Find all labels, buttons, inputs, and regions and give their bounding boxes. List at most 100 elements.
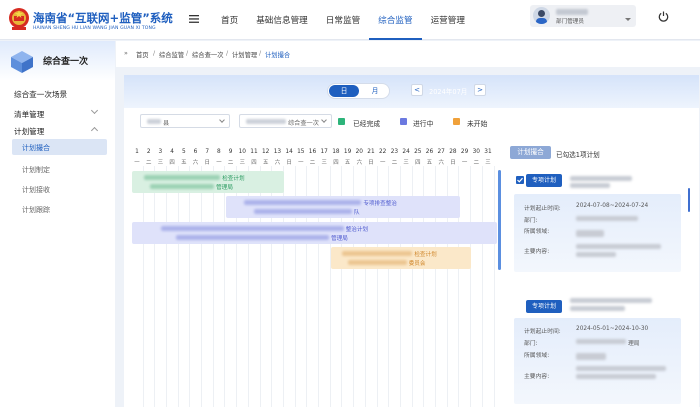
task-title: 检查计划 [414, 252, 437, 258]
gantt-weekday-label: 日 [286, 160, 292, 166]
view-toggle: 日 月 [327, 83, 390, 99]
gantt-day-label: 12 [261, 149, 270, 155]
view-day-button[interactable]: 日 [329, 85, 359, 97]
gantt-weekday-label: 二 [309, 160, 316, 166]
app-title: 海南省“互联网+监管”系统 [33, 11, 173, 25]
avatar [533, 7, 550, 24]
nav-daily-supervision[interactable]: 日常监管 [317, 0, 369, 40]
gantt-day-label: 13 [273, 149, 282, 155]
task-department: 管理局 [331, 236, 348, 242]
gantt-day-label: 6 [193, 149, 198, 155]
gantt-day-label: 5 [181, 149, 186, 155]
gantt-weekday-label: 六 [192, 160, 199, 166]
gantt-grid-line [493, 166, 495, 407]
gantt-day-label: 7 [205, 149, 210, 155]
right-panel-scrollbar[interactable] [688, 188, 690, 212]
panel-header: 日 月 < 2024年07月 > [124, 75, 699, 108]
double-chevron-icon: » [124, 50, 128, 57]
checkbox-checked[interactable] [516, 176, 524, 184]
gantt-task-bar[interactable]: 专项排查整治队 [225, 196, 460, 218]
gantt-day-label: 17 [320, 149, 328, 155]
gantt-day-label: 30 [472, 149, 480, 155]
task-title: 检查计划 [222, 176, 245, 182]
nav-comprehensive-supervision[interactable]: 综合监管 [369, 0, 422, 40]
gantt-weekday-label: 四 [333, 160, 339, 166]
plan-card-header: 专项计划 [510, 170, 685, 192]
nav-basic-info[interactable]: 基础信息管理 [247, 0, 317, 40]
breadcrumb-current: 计划撮合 [265, 52, 291, 59]
gantt-task-bar[interactable]: 整治计划 管理局 [132, 222, 497, 244]
gantt-task-bar[interactable]: 检查计划 委员会 [330, 247, 472, 269]
chevron-down-icon [219, 117, 225, 123]
nav-operations[interactable]: 运营管理 [422, 0, 474, 40]
gantt-day-label: 10 [238, 149, 246, 155]
plan-type-badge[interactable]: 专项计划 [526, 300, 562, 313]
app-title-en: HAINAN SHENG HU LIAN WANG JIAN GUAN XI T… [33, 26, 156, 31]
gantt-grid-line [177, 166, 179, 407]
breadcrumb-sep: / [186, 50, 189, 57]
breadcrumb-plan-management[interactable]: 计划管理 [232, 50, 257, 59]
view-month-button[interactable]: 月 [362, 85, 388, 97]
gantt-day-label: 19 [343, 149, 352, 155]
gantt-day-label: 27 [437, 149, 445, 155]
sidebar-item-plan-formulation[interactable]: 计划制定 [22, 165, 50, 175]
sidebar-item-plan-matching[interactable]: 计划撮合 [22, 143, 50, 153]
gantt-grid-line [470, 166, 472, 407]
gantt-task-bar[interactable]: 检查计划 管理局 [132, 171, 285, 193]
gantt-weekday-label: 日 [368, 160, 374, 166]
gantt-weekday-label: 四 [169, 160, 175, 166]
sidebar-item-plan-receive[interactable]: 计划接收 [22, 185, 50, 195]
plan-type-select[interactable]: 综合查一次 [239, 114, 332, 128]
gantt-weekday-label: 六 [438, 160, 444, 166]
current-month: 2024年07月 [429, 88, 468, 96]
sidebar-item-list-management[interactable]: 清单管理 [14, 109, 44, 120]
gantt-weekday-label: 五 [426, 160, 433, 166]
cube-icon [11, 51, 33, 73]
gantt-grid-line [481, 166, 483, 407]
user-menu[interactable]: 部门管理员 [530, 5, 636, 27]
breadcrumb-check-once[interactable]: 综合查一次 [192, 50, 223, 59]
nav-home[interactable]: 首页 [212, 0, 247, 40]
top-bar: 海南省“互联网+监管”系统 HAINAN SHENG HU LIAN WANG … [0, 0, 700, 40]
gantt-day-label: 23 [390, 149, 399, 155]
sidebar-item-plan-management[interactable]: 计划管理 [14, 126, 44, 137]
plan-type-badge[interactable]: 专项计划 [526, 174, 562, 187]
national-emblem-logo [9, 8, 29, 30]
main-nav: 首页 基础信息管理 日常监管 综合监管 运营管理 [212, 0, 474, 40]
prev-month-button[interactable]: < [411, 84, 423, 96]
power-icon[interactable] [658, 11, 669, 22]
plan-card[interactable]: 专项计划 计划起止时间: 2024-07-08~2024-07-24 部门: 所… [510, 170, 685, 275]
gantt-day-label: 31 [484, 149, 492, 155]
breadcrumb-comprehensive[interactable]: 综合监管 [159, 50, 184, 59]
gantt-weekday-label: 六 [274, 160, 281, 166]
breadcrumb-home[interactable]: 首页 [136, 50, 149, 59]
sidebar-item-scenes[interactable]: 综合查一次场景 [14, 89, 67, 100]
gantt-grid-line [189, 166, 191, 407]
plan-card[interactable]: 专项计划 计划起止时间: 2024-05-01~2024-10-30 部门: 理… [510, 292, 685, 407]
gantt-day-label: 26 [425, 149, 434, 155]
gantt-weekday-label: 二 [473, 160, 479, 166]
gantt-day-label: 24 [402, 149, 410, 155]
sidebar-item-plan-tracking[interactable]: 计划跟踪 [22, 205, 50, 215]
legend-swatch-not-started [453, 118, 460, 125]
gantt-day-label: 3 [158, 149, 163, 155]
chevron-up-icon [90, 126, 99, 135]
gantt-weekday-label: 四 [251, 160, 257, 166]
menu-icon[interactable] [189, 15, 199, 23]
gantt-weekday-label: 一 [298, 160, 304, 166]
county-select[interactable]: 县 [140, 114, 230, 128]
gantt-day-label: 16 [308, 149, 317, 155]
gantt-grid-line [201, 166, 202, 407]
gantt-weekday-label: 三 [485, 160, 491, 166]
gantt-day-label: 22 [378, 149, 387, 155]
tab-plan-matching[interactable]: 计划撮合 [510, 146, 551, 159]
gantt-scrollbar[interactable] [498, 170, 501, 270]
chevron-down-icon [90, 106, 99, 115]
gantt-day-label: 29 [460, 149, 469, 155]
next-month-button[interactable]: > [474, 84, 486, 96]
gantt-day-label: 2 [146, 149, 151, 155]
legend-not-started: 未开始 [467, 120, 488, 128]
gantt-grid-line [165, 166, 167, 407]
user-role: 部门管理员 [556, 19, 584, 25]
gantt-day-label: 4 [170, 149, 174, 155]
